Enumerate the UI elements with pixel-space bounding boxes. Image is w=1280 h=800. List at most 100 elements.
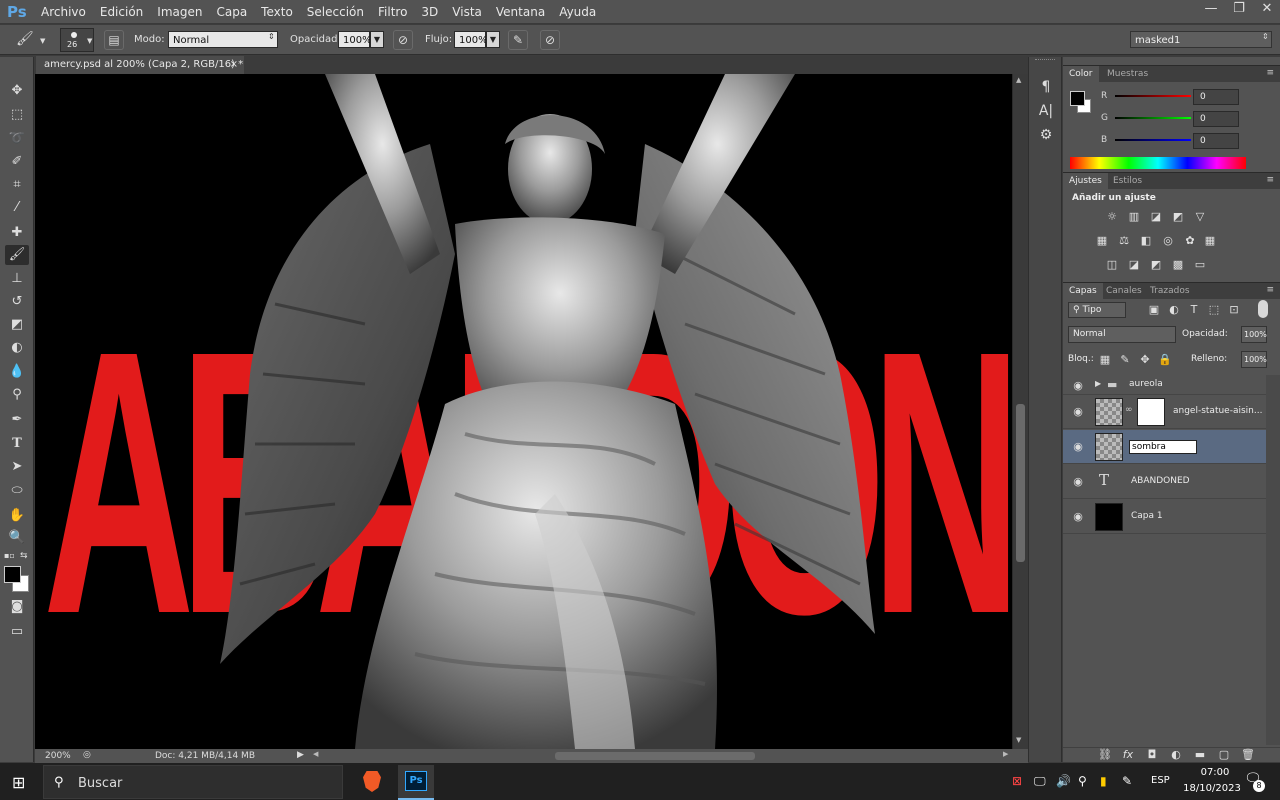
status-icon[interactable]: ◎: [83, 750, 91, 760]
foreground-color-swatch[interactable]: [4, 566, 21, 583]
mode-select[interactable]: Normal: [168, 31, 278, 48]
marquee-tool-icon[interactable]: ⬚: [5, 105, 29, 125]
airbrush-icon[interactable]: ✎: [508, 30, 528, 50]
document-canvas[interactable]: ABANDONED: [35, 74, 1012, 749]
link-layers-icon[interactable]: ⛓: [1098, 749, 1112, 761]
vertical-scrollbar[interactable]: ▲ ▼: [1012, 74, 1028, 749]
scroll-right-icon[interactable]: ▶: [1003, 750, 1008, 758]
zoom-level[interactable]: 200%: [45, 751, 71, 761]
vibrance-icon[interactable]: ▽: [1193, 211, 1207, 223]
new-group-icon[interactable]: ▬: [1193, 749, 1207, 761]
blend-mode-select[interactable]: Normal: [1068, 326, 1176, 343]
exposure-icon[interactable]: ◩: [1171, 211, 1185, 223]
minimize-button[interactable]: —: [1198, 0, 1224, 18]
eye-icon[interactable]: ◉: [1071, 510, 1085, 523]
quick-selection-tool-icon[interactable]: ✐: [5, 152, 29, 172]
dodge-tool-icon[interactable]: ⚲: [5, 385, 29, 405]
blur-tool-icon[interactable]: 💧: [5, 362, 29, 382]
vertical-scroll-thumb[interactable]: [1016, 404, 1025, 562]
document-tab[interactable]: amercy.psd al 200% (Capa 2, RGB/16) * ×: [36, 56, 244, 74]
eraser-tool-icon[interactable]: ◩: [5, 315, 29, 335]
properties-icon[interactable]: ⚙: [1036, 127, 1056, 147]
chevron-right-icon[interactable]: ▶: [1095, 379, 1101, 388]
tab-ajustes[interactable]: Ajustes: [1063, 173, 1108, 190]
opacity-dropdown-icon[interactable]: ▼: [370, 31, 384, 48]
threshold-icon[interactable]: ◩: [1149, 259, 1163, 271]
eye-icon[interactable]: ◉: [1071, 405, 1085, 418]
curves-icon[interactable]: ◪: [1149, 211, 1163, 223]
layer-row-capa-1[interactable]: ◉ Capa 1: [1063, 500, 1266, 534]
default-colors-icon[interactable]: ▪▫: [4, 551, 15, 560]
menu-archivo[interactable]: Archivo: [34, 0, 93, 24]
tab-capas[interactable]: Capas: [1063, 283, 1103, 300]
scroll-down-icon[interactable]: ▼: [1016, 736, 1021, 744]
tablet-pressure-opacity-icon[interactable]: ⊘: [393, 30, 413, 50]
layer-row-angel-statue[interactable]: ◉ ∞ angel-statue-aisin...: [1063, 395, 1266, 429]
opacity-input[interactable]: 100%: [338, 31, 372, 48]
gradient-map-icon[interactable]: ▭: [1193, 259, 1207, 271]
filter-shape-icon[interactable]: ⬚: [1207, 304, 1221, 316]
tablet-pressure-size-icon[interactable]: ⊘: [540, 30, 560, 50]
invert-icon[interactable]: ◫: [1105, 259, 1119, 271]
filter-adjustment-icon[interactable]: ◐: [1167, 304, 1181, 316]
brush-preset-icon[interactable]: 🖌: [16, 31, 38, 49]
flow-dropdown-icon[interactable]: ▼: [486, 31, 500, 48]
layers-scrollbar[interactable]: [1266, 375, 1280, 745]
layer-row-aureola[interactable]: ◉ ▶ ▬ aureola: [1063, 375, 1266, 395]
panel-menu-icon[interactable]: ≡: [1266, 175, 1274, 185]
eyedropper-tool-icon[interactable]: ⁄: [5, 198, 29, 218]
paragraph-icon[interactable]: ¶: [1036, 79, 1056, 99]
path-selection-tool-icon[interactable]: ➤: [5, 457, 29, 477]
brush-size-picker[interactable]: 26 ▼: [60, 28, 94, 52]
brightness-contrast-icon[interactable]: ☼: [1105, 211, 1119, 223]
history-brush-tool-icon[interactable]: ↺: [5, 292, 29, 312]
ellipse-tool-icon[interactable]: ⬭: [5, 481, 29, 501]
eye-icon[interactable]: ◉: [1071, 440, 1085, 453]
hand-tool-icon[interactable]: ✋: [5, 506, 29, 526]
b-slider[interactable]: [1115, 139, 1191, 141]
scroll-up-icon[interactable]: ▲: [1016, 76, 1021, 84]
add-mask-icon[interactable]: ◘: [1145, 749, 1159, 761]
mask-thumbnail[interactable]: [1137, 398, 1165, 426]
eye-icon[interactable]: ◉: [1071, 379, 1085, 392]
new-layer-icon[interactable]: ▢: [1217, 749, 1231, 761]
g-slider[interactable]: [1115, 117, 1191, 119]
windows-start-icon[interactable]: ⊞: [12, 773, 25, 792]
photoshop-taskbar-icon[interactable]: Ps: [398, 765, 434, 800]
clock-time[interactable]: 07:00: [1190, 767, 1240, 778]
workspace-select[interactable]: masked1: [1130, 31, 1272, 48]
tab-estilos[interactable]: Estilos: [1107, 173, 1148, 190]
tab-trazados[interactable]: Trazados: [1144, 283, 1196, 300]
channel-mixer-icon[interactable]: ✿: [1183, 235, 1197, 247]
grip-icon[interactable]: [1035, 59, 1055, 63]
clock-date[interactable]: 18/10/2023: [1180, 783, 1244, 794]
usb-icon[interactable]: ⚲: [1078, 774, 1087, 788]
layer-row-abandoned[interactable]: ◉ T ABANDONED: [1063, 465, 1266, 499]
filter-pixel-icon[interactable]: ▣: [1147, 304, 1161, 316]
levels-icon[interactable]: ▥: [1127, 211, 1141, 223]
color-spectrum-ramp[interactable]: [1070, 157, 1246, 169]
taskbar-search-box[interactable]: ⚲ Buscar: [43, 765, 343, 799]
color-panel-fg-swatch[interactable]: [1070, 91, 1085, 106]
panel-menu-icon[interactable]: ≡: [1266, 68, 1274, 78]
b-value[interactable]: 0: [1193, 133, 1239, 149]
zoom-tool-icon[interactable]: 🔍: [5, 528, 29, 548]
tab-muestras[interactable]: Muestras: [1101, 66, 1154, 83]
horizontal-scroll-thumb[interactable]: [555, 752, 755, 760]
hue-saturation-icon[interactable]: ▦: [1095, 235, 1109, 247]
flow-input[interactable]: 100%: [454, 31, 488, 48]
screen-mode-icon[interactable]: ▭: [5, 622, 29, 642]
menu-ventana[interactable]: Ventana: [489, 0, 552, 24]
menu-capa[interactable]: Capa: [209, 0, 254, 24]
volume-icon[interactable]: 🔊: [1056, 774, 1071, 788]
layer-style-icon[interactable]: fx: [1121, 749, 1135, 761]
character-icon[interactable]: A|: [1036, 103, 1056, 123]
battery-icon[interactable]: ▮: [1100, 774, 1107, 788]
filter-type-icon[interactable]: T: [1187, 304, 1201, 316]
scroll-left-icon[interactable]: ◀: [313, 750, 318, 758]
layer-rename-input[interactable]: sombra: [1129, 440, 1197, 454]
menu-seleccion[interactable]: Selección: [300, 0, 371, 24]
menu-vista[interactable]: Vista: [445, 0, 489, 24]
lock-paint-icon[interactable]: ✎: [1118, 354, 1132, 366]
lock-all-icon[interactable]: 🔒: [1158, 354, 1172, 366]
